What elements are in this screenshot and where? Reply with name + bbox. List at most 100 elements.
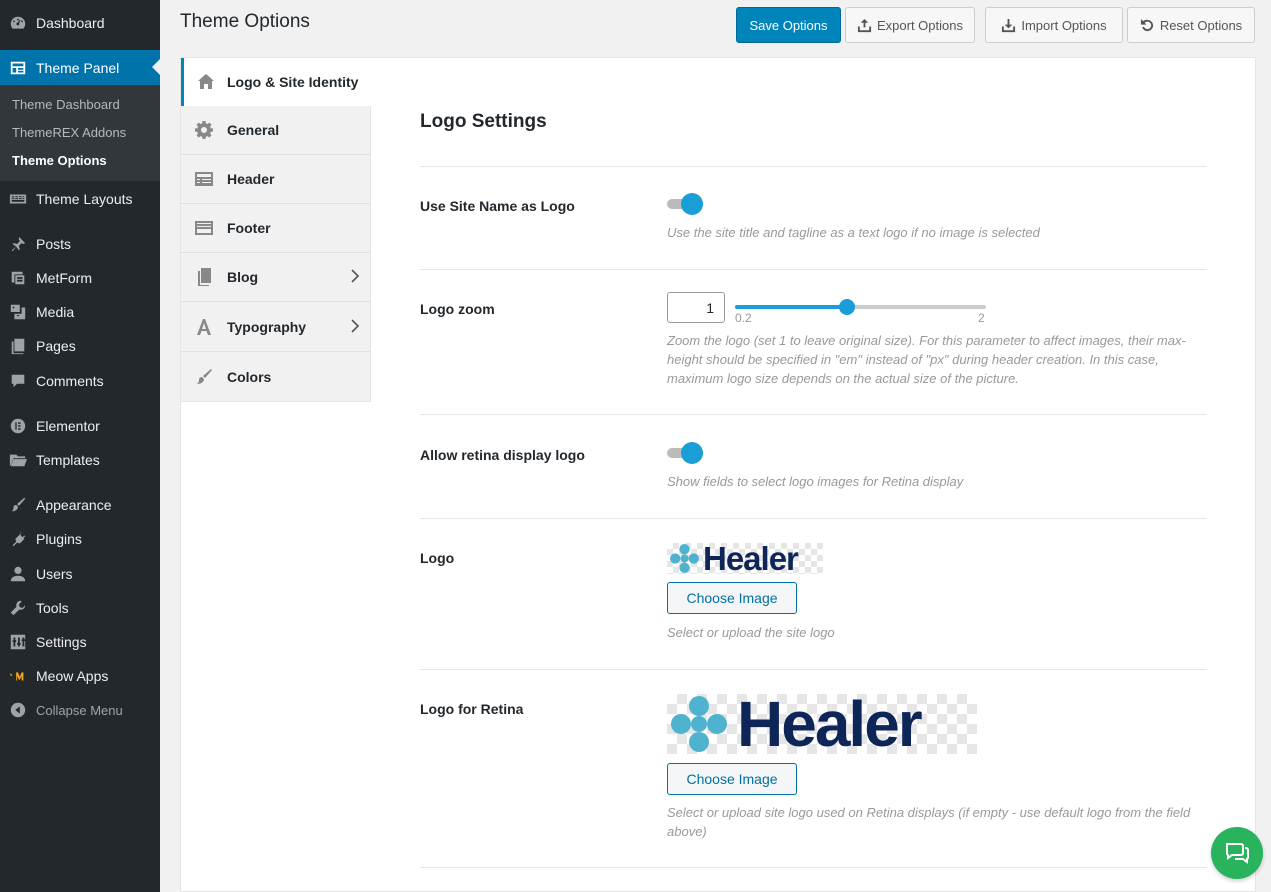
- header-icon: [181, 169, 227, 189]
- menu-label: Posts: [36, 236, 72, 252]
- site-name-logo-toggle[interactable]: [667, 193, 703, 215]
- pages-icon: [0, 337, 36, 355]
- retina-logo-label: Allow retina display logo: [420, 447, 585, 463]
- choose-logo-button[interactable]: Choose Image: [667, 582, 797, 614]
- import-options-button[interactable]: Import Options: [985, 7, 1123, 43]
- media-icon: [0, 303, 36, 321]
- typography-icon: [181, 317, 227, 337]
- logo-zoom-label: Logo zoom: [420, 301, 495, 317]
- blog-icon: [181, 267, 227, 287]
- menu-label: Appearance: [36, 497, 112, 513]
- chat-button[interactable]: [1211, 827, 1263, 879]
- page-title: Theme Options: [180, 11, 310, 32]
- divider: [420, 518, 1207, 519]
- tab-label: Logo & Site Identity: [227, 74, 359, 90]
- toggle-knob: [681, 442, 703, 464]
- elementor-icon: [0, 417, 36, 435]
- menu-item-pages[interactable]: Pages: [0, 329, 160, 363]
- tab-footer[interactable]: Footer: [181, 204, 371, 253]
- tab-typography[interactable]: Typography: [181, 303, 371, 352]
- divider: [420, 867, 1207, 868]
- home-icon: [184, 72, 227, 92]
- tab-label: Footer: [227, 220, 271, 236]
- menu-label: Comments: [36, 373, 104, 389]
- import-icon: [1002, 18, 1016, 32]
- menu-item-settings[interactable]: Settings: [0, 625, 160, 659]
- menu-label: Collapse Menu: [36, 702, 123, 718]
- logo-retina-preview: Healer: [667, 694, 977, 754]
- reset-icon: [1140, 18, 1153, 31]
- choose-retina-logo-button[interactable]: Choose Image: [667, 763, 797, 795]
- logo-text: Healer: [737, 694, 923, 754]
- logo-mark-icon: [671, 696, 727, 752]
- slider-thumb[interactable]: [839, 299, 855, 315]
- divider: [420, 669, 1207, 670]
- tab-label: General: [227, 122, 280, 138]
- plug-icon: [0, 530, 36, 548]
- tab-blog[interactable]: Blog: [181, 253, 371, 302]
- save-options-button[interactable]: Save Options: [736, 7, 841, 43]
- pin-icon: [0, 235, 36, 253]
- logo-preview: Healer: [667, 543, 823, 574]
- divider: [420, 414, 1207, 415]
- reset-options-button[interactable]: Reset Options: [1127, 7, 1255, 43]
- tab-logo-site-identity[interactable]: Logo & Site Identity: [181, 58, 372, 106]
- collapse-menu-button[interactable]: Collapse Menu: [0, 693, 160, 727]
- logo-zoom-slider[interactable]: [735, 299, 986, 315]
- brush-icon: [181, 367, 227, 387]
- menu-item-elementor[interactable]: Elementor: [0, 409, 160, 443]
- menu-item-dashboard[interactable]: Dashboard: [0, 6, 160, 40]
- submenu-theme-dashboard[interactable]: Theme Dashboard: [0, 91, 160, 119]
- menu-item-users[interactable]: Users: [0, 557, 160, 591]
- export-options-button[interactable]: Export Options: [845, 7, 975, 43]
- menu-item-comments[interactable]: Comments: [0, 364, 160, 398]
- menu-item-metform[interactable]: MetForm: [0, 261, 160, 295]
- menu-item-meow-apps[interactable]: Meow Apps: [0, 659, 160, 693]
- menu-item-tools[interactable]: Tools: [0, 591, 160, 625]
- export-icon: [857, 18, 872, 32]
- sliders-icon: [0, 633, 36, 651]
- button-label: Save Options: [749, 17, 828, 33]
- tab-label: Header: [227, 171, 275, 187]
- toggle-knob: [681, 193, 703, 215]
- tab-header[interactable]: Header: [181, 155, 371, 204]
- tab-general[interactable]: General: [181, 106, 371, 155]
- theme-panel-submenu: Theme Dashboard ThemeREX Addons Theme Op…: [0, 85, 160, 181]
- menu-item-appearance[interactable]: Appearance: [0, 488, 160, 522]
- logo-label: Logo: [420, 550, 455, 566]
- footer-icon: [181, 218, 227, 238]
- wrench-icon: [0, 599, 36, 617]
- submenu-themerex-addons[interactable]: ThemeREX Addons: [0, 119, 160, 147]
- menu-label: Media: [36, 304, 75, 320]
- section-title: Logo Settings: [420, 111, 547, 132]
- brush-icon: [0, 496, 36, 514]
- divider: [420, 166, 1207, 167]
- chevron-right-icon: [351, 269, 360, 283]
- dashboard-icon: [0, 14, 36, 32]
- menu-item-templates[interactable]: Templates: [0, 443, 160, 477]
- slider-max-label: 2: [978, 311, 985, 325]
- admin-sidebar: Dashboard Theme Panel Theme Dashboard Th…: [0, 0, 160, 892]
- tab-list: General Header Footer Blog Typography Co…: [181, 106, 371, 402]
- chevron-right-icon: [351, 319, 360, 333]
- chat-icon: [1225, 843, 1250, 864]
- logo-zoom-input[interactable]: [667, 292, 725, 323]
- menu-label: Settings: [36, 634, 87, 650]
- submenu-theme-options[interactable]: Theme Options: [0, 147, 160, 175]
- meow-icon: [0, 667, 36, 685]
- menu-item-theme-panel[interactable]: Theme Panel: [0, 50, 160, 85]
- menu-item-posts[interactable]: Posts: [0, 227, 160, 261]
- button-label: Export Options: [877, 17, 963, 33]
- menu-item-plugins[interactable]: Plugins: [0, 522, 160, 556]
- menu-item-media[interactable]: Media: [0, 295, 160, 329]
- folder-icon: [0, 451, 36, 469]
- retina-logo-toggle[interactable]: [667, 442, 703, 464]
- menu-label: MetForm: [36, 270, 92, 286]
- logo-retina-label: Logo for Retina: [420, 701, 524, 717]
- tab-colors[interactable]: Colors: [181, 352, 371, 401]
- collapse-icon: [0, 701, 36, 719]
- menu-item-theme-layouts[interactable]: Theme Layouts: [0, 182, 160, 216]
- menu-label: Elementor: [36, 418, 100, 434]
- form-icon: [0, 269, 36, 287]
- logo-mark-icon: [670, 544, 699, 573]
